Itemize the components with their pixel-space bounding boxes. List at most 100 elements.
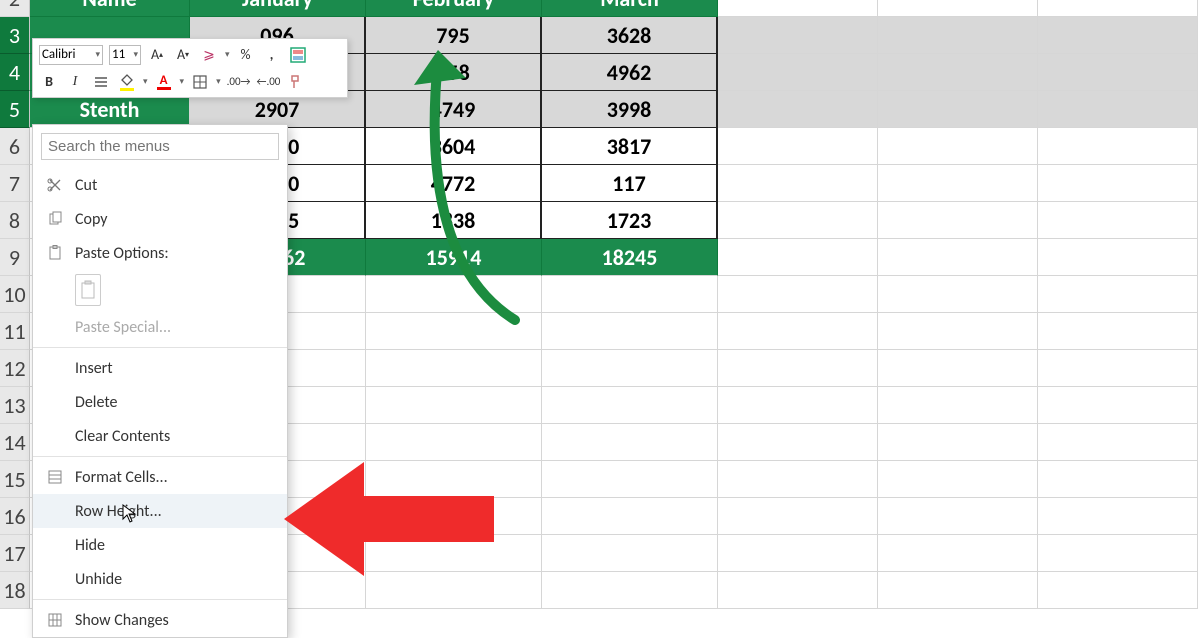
cell-mar-8[interactable]: 1723 — [542, 202, 718, 239]
row-header-15[interactable]: 15 — [0, 461, 30, 498]
cell-empty[interactable] — [878, 535, 1038, 572]
menu-unhide[interactable]: Unhide — [33, 562, 287, 596]
cell-empty[interactable] — [878, 54, 1038, 91]
increase-decimal-icon[interactable]: .00→ — [227, 72, 251, 92]
font-size-dropdown[interactable]: 11 ▾ — [109, 45, 141, 65]
cell-empty[interactable] — [1038, 165, 1198, 202]
conditional-format-icon[interactable] — [288, 45, 308, 65]
cell-empty[interactable] — [1038, 313, 1198, 350]
font-name-dropdown[interactable]: Calibri ▾ — [39, 45, 103, 65]
cell-empty[interactable] — [718, 424, 878, 461]
cell-empty[interactable] — [542, 572, 718, 609]
cell-empty[interactable] — [1038, 0, 1198, 17]
column-header-january[interactable]: January — [190, 0, 366, 17]
row-header-5[interactable]: 5 — [0, 91, 30, 128]
menu-cut[interactable]: Cut — [33, 168, 287, 202]
row-header-16[interactable]: 16 — [0, 498, 30, 535]
cell-empty[interactable] — [1038, 572, 1198, 609]
cell-empty[interactable] — [718, 313, 878, 350]
cell-empty[interactable] — [878, 572, 1038, 609]
decrease-decimal-icon[interactable]: ←.00 — [256, 72, 280, 92]
menu-copy[interactable]: Copy — [33, 202, 287, 236]
cell-empty[interactable] — [878, 239, 1038, 276]
cell-empty[interactable] — [1038, 128, 1198, 165]
row-header-9[interactable]: 9 — [0, 239, 30, 276]
cell-mar-6[interactable]: 3817 — [542, 128, 718, 165]
cell-empty[interactable] — [542, 387, 718, 424]
font-color-button[interactable]: A — [154, 72, 174, 92]
cell-empty[interactable] — [366, 350, 542, 387]
accounting-format-icon[interactable]: ⩾ — [199, 45, 219, 65]
cell-empty[interactable] — [878, 350, 1038, 387]
cell-empty[interactable] — [718, 239, 878, 276]
cell-empty[interactable] — [718, 54, 878, 91]
cell-empty[interactable] — [718, 276, 878, 313]
cell-empty[interactable] — [542, 350, 718, 387]
cell-empty[interactable] — [1038, 424, 1198, 461]
cell-empty[interactable] — [878, 276, 1038, 313]
cell-mar-4[interactable]: 4962 — [542, 54, 718, 91]
cell-empty[interactable] — [542, 276, 718, 313]
cell-empty[interactable] — [718, 387, 878, 424]
cell-empty[interactable] — [1038, 387, 1198, 424]
row-header-7[interactable]: 7 — [0, 165, 30, 202]
cell-empty[interactable] — [1038, 276, 1198, 313]
cell-empty[interactable] — [878, 424, 1038, 461]
cell-empty[interactable] — [718, 572, 878, 609]
cell-empty[interactable] — [718, 202, 878, 239]
row-header-12[interactable]: 12 — [0, 350, 30, 387]
cell-empty[interactable] — [718, 128, 878, 165]
cell-empty[interactable] — [1038, 54, 1198, 91]
fill-color-button[interactable] — [117, 72, 137, 92]
cell-empty[interactable] — [366, 387, 542, 424]
cell-empty[interactable] — [1038, 535, 1198, 572]
cell-mar-5[interactable]: 3998 — [542, 91, 718, 128]
row-header-18[interactable]: 18 — [0, 572, 30, 609]
cell-empty[interactable] — [878, 17, 1038, 54]
cell-empty[interactable] — [718, 461, 878, 498]
format-painter-icon[interactable] — [286, 72, 306, 92]
cell-empty[interactable] — [718, 0, 878, 17]
menu-row-height[interactable]: Row Height... — [33, 494, 287, 528]
percent-icon[interactable]: % — [236, 45, 256, 65]
cell-empty[interactable] — [878, 202, 1038, 239]
cell-mar-3[interactable]: 3628 — [542, 17, 718, 54]
bold-button[interactable]: B — [39, 72, 59, 92]
row-header-3[interactable]: 3 — [0, 17, 30, 54]
borders-button[interactable] — [190, 72, 210, 92]
column-header-name[interactable]: Name — [30, 0, 190, 17]
row-header-8[interactable]: 8 — [0, 202, 30, 239]
row-header-13[interactable]: 13 — [0, 387, 30, 424]
row-header-17[interactable]: 17 — [0, 535, 30, 572]
cell-empty[interactable] — [878, 0, 1038, 17]
decrease-font-icon[interactable]: A▾ — [173, 45, 193, 65]
comma-icon[interactable]: , — [262, 45, 282, 65]
italic-button[interactable]: I — [65, 72, 85, 92]
cell-empty[interactable] — [878, 165, 1038, 202]
column-header-february[interactable]: February — [366, 0, 542, 17]
row-header-6[interactable]: 6 — [0, 128, 30, 165]
cell-empty[interactable] — [1038, 461, 1198, 498]
menu-format-cells[interactable]: Format Cells... — [33, 460, 287, 494]
cell-empty[interactable] — [542, 498, 718, 535]
cell-empty[interactable] — [718, 350, 878, 387]
menu-search-input[interactable] — [41, 133, 279, 160]
menu-hide[interactable]: Hide — [33, 528, 287, 562]
cell-empty[interactable] — [878, 498, 1038, 535]
cell-total-mar[interactable]: 18245 — [542, 239, 718, 276]
cell-empty[interactable] — [542, 424, 718, 461]
cell-empty[interactable] — [718, 17, 878, 54]
cell-empty[interactable] — [878, 313, 1038, 350]
row-header-11[interactable]: 11 — [0, 313, 30, 350]
menu-clear-contents[interactable]: Clear Contents — [33, 419, 287, 453]
column-header-march[interactable]: March — [542, 0, 718, 17]
row-header-2[interactable]: 2 — [0, 0, 30, 17]
align-icon[interactable] — [91, 72, 111, 92]
row-header-10[interactable]: 10 — [0, 276, 30, 313]
cell-empty[interactable] — [878, 387, 1038, 424]
cell-empty[interactable] — [1038, 239, 1198, 276]
cell-empty[interactable] — [1038, 17, 1198, 54]
cell-empty[interactable] — [718, 91, 878, 128]
cell-empty[interactable] — [1038, 202, 1198, 239]
cell-empty[interactable] — [1038, 91, 1198, 128]
